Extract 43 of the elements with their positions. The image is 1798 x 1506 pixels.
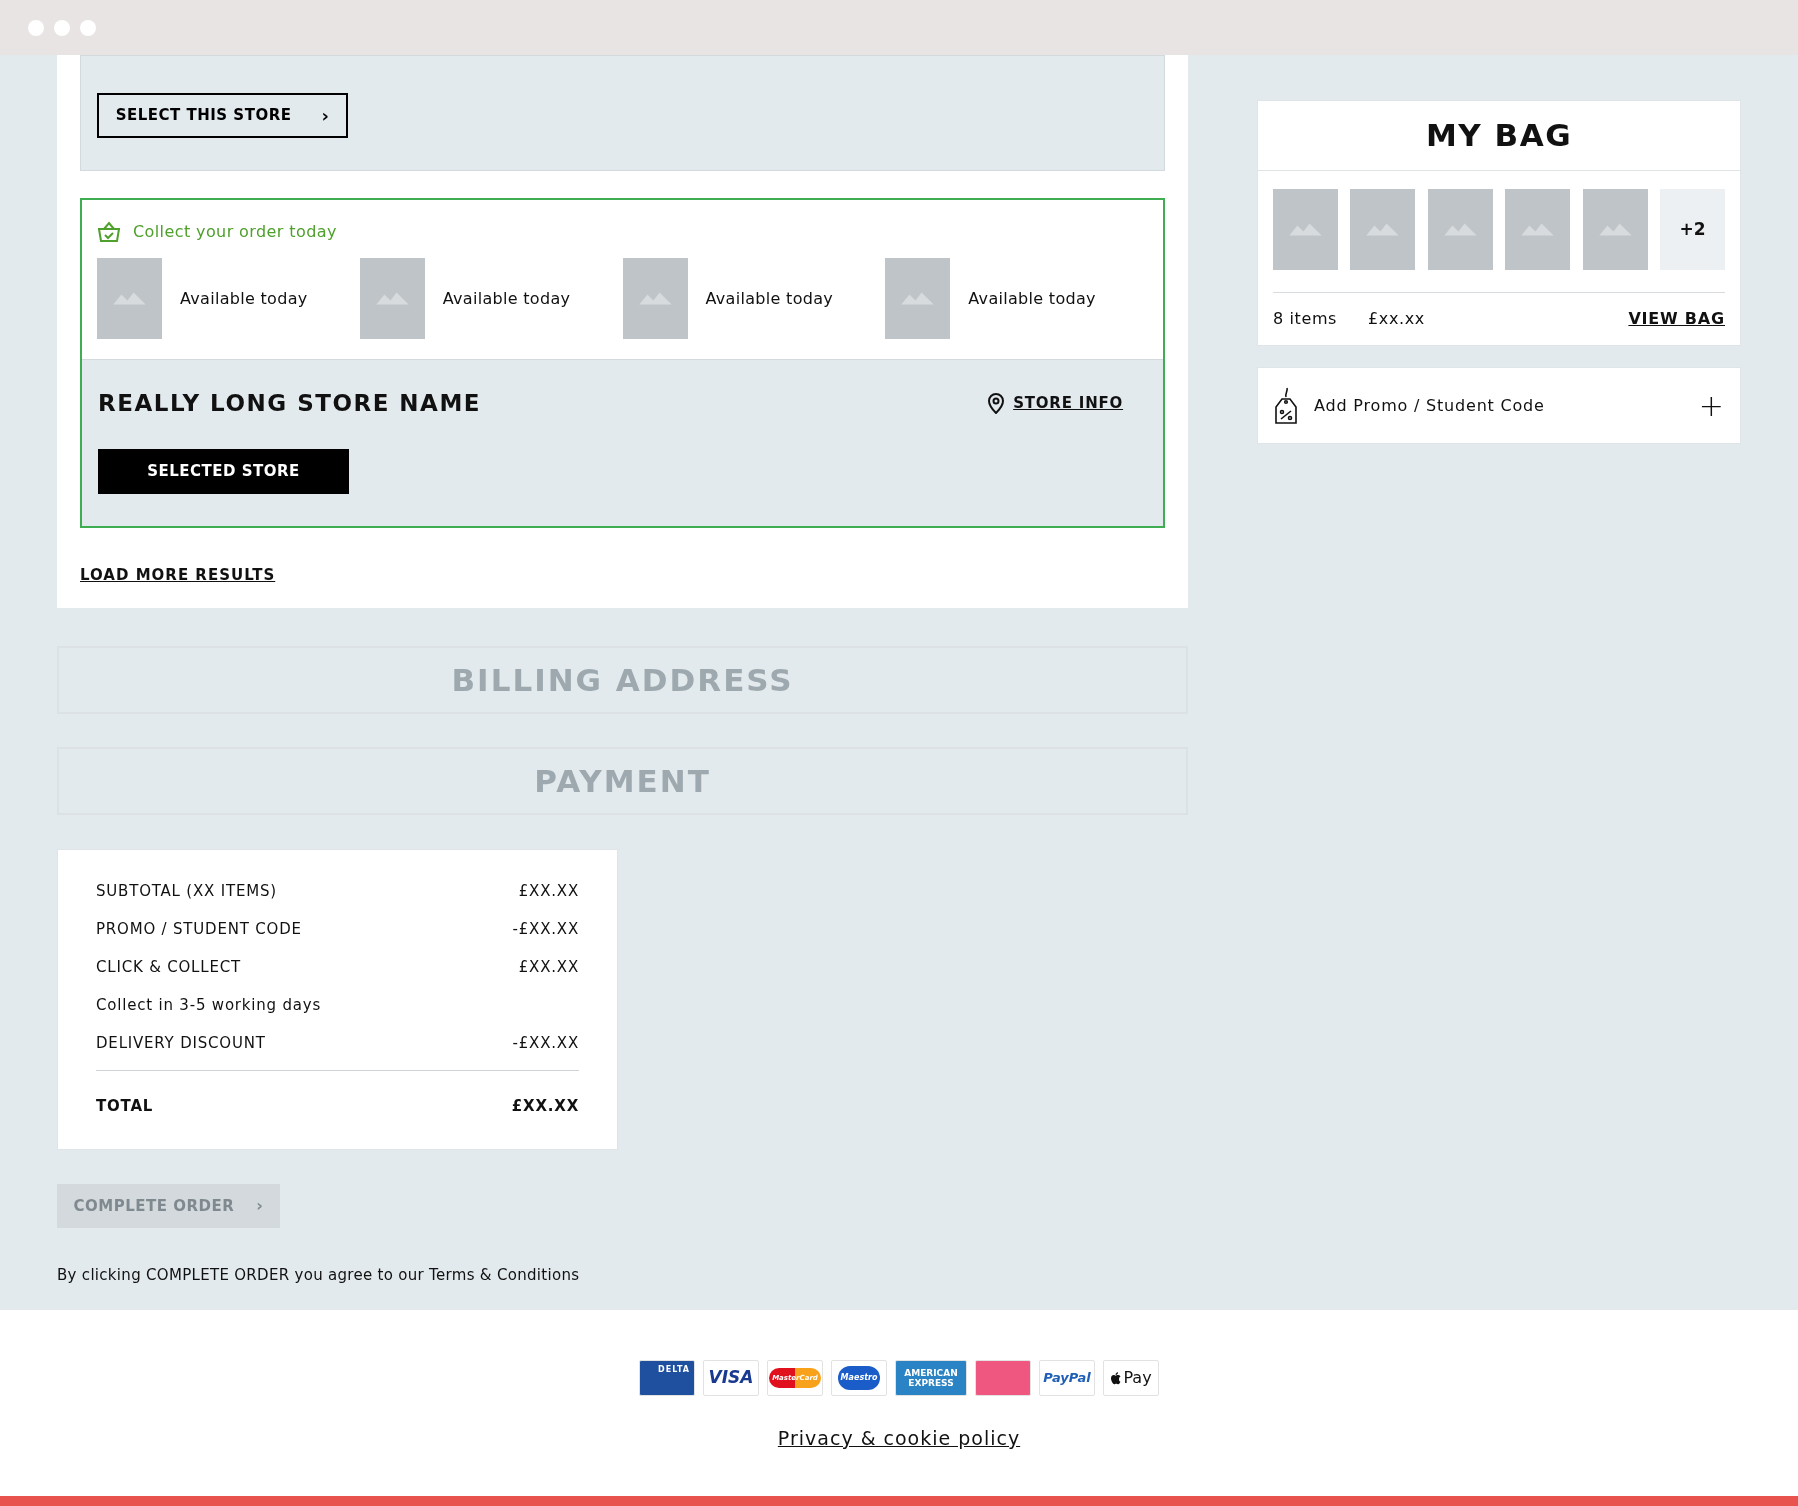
availability-text: Available today (180, 287, 308, 310)
location-pin-icon (987, 392, 1006, 415)
collect-title: Collect your order today (133, 221, 337, 243)
apple-pay-logo: Pay (1103, 1360, 1159, 1396)
promo-code-toggle[interactable]: Add Promo / Student Code + (1257, 367, 1741, 444)
bag-total: £xx.xx (1368, 308, 1426, 330)
privacy-link[interactable]: Privacy & cookie policy (777, 1424, 1021, 1453)
basket-icon (97, 221, 121, 243)
maestro-logo: Maestro (831, 1360, 887, 1396)
summary-label: SUBTOTAL (XX ITEMS) (96, 880, 277, 902)
terms-text: By clicking COMPLETE ORDER you agree to our Terms & Conditions (57, 1265, 581, 1286)
view-bag-link[interactable]: VIEW BAG (1628, 307, 1725, 331)
summary-label: DELIVERY DISCOUNT (96, 1032, 266, 1054)
bag-title: MY BAG (1258, 101, 1740, 171)
item-count: 8 items (1273, 308, 1339, 330)
store-info-link[interactable]: STORE INFO (1013, 392, 1124, 415)
promo-label: Add Promo / Student Code (1314, 394, 1546, 417)
summary-value: £XX.XX (511, 1095, 579, 1117)
summary-label: PROMO / STUDENT CODE (96, 918, 302, 940)
selected-store-button[interactable]: SELECTED STORE (98, 448, 349, 494)
delta-logo: DELTA (639, 1360, 695, 1396)
more-items-count: +2 (1659, 189, 1725, 270)
amex-logo: AMERICAN EXPRESS (895, 1360, 967, 1396)
availability-text: Available today (968, 287, 1096, 310)
store-name: REALLY LONG STORE NAME (98, 389, 482, 418)
paypal-logo: PayPal (1039, 1360, 1095, 1396)
summary-note: Collect in 3-5 working days (96, 994, 322, 1016)
section-header: BILLING ADDRESS (57, 646, 1189, 714)
section-header: PAYMENT (57, 747, 1189, 815)
store-card-logo (975, 1360, 1031, 1396)
summary-value: £XX.XX (518, 956, 579, 978)
availability-text: Available today (442, 287, 571, 310)
visa-logo: VISA (703, 1360, 759, 1396)
availability-text: Available today (705, 287, 834, 310)
select-store-button[interactable]: SELECT THIS STORE › (97, 93, 348, 138)
summary-value: -£XX.XX (512, 918, 579, 940)
load-more-link[interactable]: LOAD MORE RESULTS (80, 563, 276, 586)
summary-label: TOTAL (96, 1095, 154, 1117)
summary-value: -£XX.XX (512, 1032, 579, 1054)
price-tag-icon (1274, 386, 1299, 425)
summary-label: CLICK & COLLECT (96, 956, 241, 978)
summary-value: £XX.XX (518, 880, 579, 902)
expand-icon[interactable]: + (1698, 390, 1724, 421)
